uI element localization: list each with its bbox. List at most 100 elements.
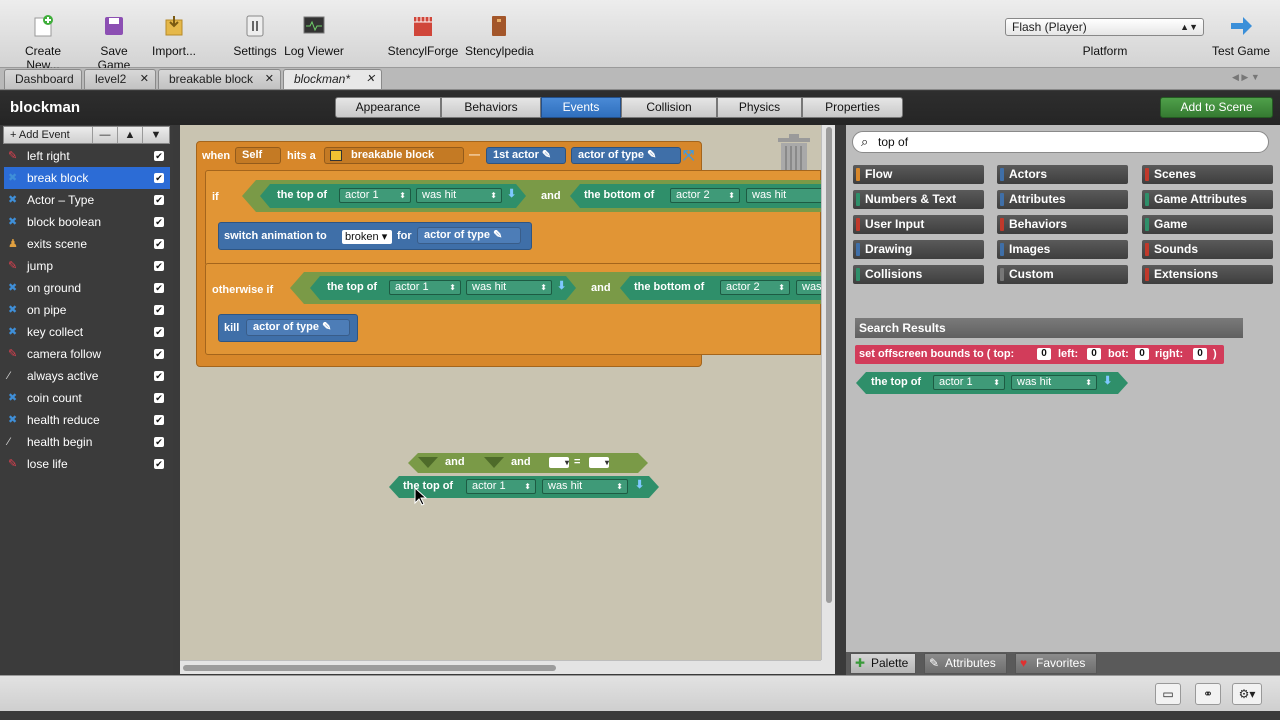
horizontal-scrollbar[interactable] <box>180 660 821 674</box>
bottom-of-actor-block[interactable]: the bottom of actor 2 was hit <box>570 184 821 208</box>
event-item[interactable]: ✖ coin count ✔ <box>4 387 170 409</box>
enabled-checkbox[interactable]: ✔ <box>154 437 164 447</box>
value-slot[interactable]: ▾ <box>549 457 569 468</box>
category-drawing[interactable]: Drawing <box>853 240 984 259</box>
add-event-button[interactable]: + Add Event <box>4 127 92 143</box>
enabled-checkbox[interactable]: ✔ <box>154 415 164 425</box>
actor2-dropdown[interactable]: actor 2 <box>720 280 790 295</box>
vertical-scrollbar[interactable] <box>821 125 835 660</box>
actor-of-type-block[interactable]: actor of type ✎ <box>571 147 681 164</box>
event-canvas[interactable]: when Self hits a breakable block — 1st a… <box>180 125 821 660</box>
tab-breakable-block[interactable]: breakable block ✕ <box>158 69 281 89</box>
tab-physics[interactable]: Physics <box>717 97 802 118</box>
bottom-of-actor-block[interactable]: the bottom of actor 2 was <box>620 276 821 300</box>
switch-animation-block[interactable]: switch animation to broken ▾ for actor o… <box>218 222 532 250</box>
enabled-checkbox[interactable]: ✔ <box>154 283 164 293</box>
enabled-checkbox[interactable]: ✔ <box>154 261 164 271</box>
tab-blockman[interactable]: blockman* ✕ <box>283 69 382 89</box>
save-game-button[interactable]: Save Game <box>84 14 144 72</box>
tab-nav-arrows-icon[interactable]: ◀ ▶ ▼ <box>1232 72 1260 83</box>
enabled-checkbox[interactable]: ✔ <box>154 151 164 161</box>
palette-search-input[interactable]: ⌕ top of <box>852 131 1269 153</box>
move-down-button[interactable]: ▼ <box>142 127 169 143</box>
tab-appearance[interactable]: Appearance <box>335 97 441 118</box>
enabled-checkbox[interactable]: ✔ <box>154 349 164 359</box>
stencylforge-button[interactable]: StencylForge <box>387 14 459 58</box>
category-scenes[interactable]: Scenes <box>1142 165 1273 184</box>
was-hit-dropdown[interactable]: was hit <box>1011 375 1097 390</box>
top-of-actor-result-block[interactable]: the top of actor 1 was hit ⬇ <box>856 372 1128 394</box>
was-hit-dropdown[interactable]: was hit <box>542 479 628 494</box>
actor1-dropdown[interactable]: actor 1 <box>933 375 1005 390</box>
actor-of-type-block[interactable]: actor of type ✎ <box>417 227 521 244</box>
enabled-checkbox[interactable]: ✔ <box>154 217 164 227</box>
actor1-dropdown[interactable]: actor 1 <box>339 188 411 203</box>
set-offscreen-bounds-block[interactable]: set offscreen bounds to ( top: 0 left: 0… <box>855 345 1224 364</box>
trash-icon[interactable] <box>775 132 813 174</box>
category-custom[interactable]: Custom <box>997 265 1128 284</box>
event-item[interactable]: ✎ lose life ✔ <box>4 453 170 475</box>
tab-level2[interactable]: level2 ✕ <box>84 69 156 89</box>
actor-of-type-block[interactable]: actor of type ✎ <box>246 319 350 336</box>
self-dropdown[interactable]: Self <box>235 147 281 164</box>
category-sounds[interactable]: Sounds <box>1142 240 1273 259</box>
import-button[interactable]: Import... <box>148 14 200 58</box>
category-behaviors[interactable]: Behaviors <box>997 215 1128 234</box>
value-slot[interactable]: ▾ <box>589 457 609 468</box>
enabled-checkbox[interactable]: ✔ <box>154 239 164 249</box>
event-item[interactable]: ✎ left right ✔ <box>4 145 170 167</box>
enabled-checkbox[interactable]: ✔ <box>154 173 164 183</box>
floating-top-of-block[interactable]: the top of actor 1 was hit ⬇ <box>389 476 659 498</box>
top-of-actor-block[interactable]: the top of actor 1 was hit ⬇ <box>310 276 576 300</box>
log-viewer-button[interactable]: Log Viewer <box>283 14 345 58</box>
floating-and-block[interactable]: and and ▾ = ▾ <box>408 453 648 473</box>
enabled-checkbox[interactable]: ✔ <box>154 195 164 205</box>
event-item[interactable]: ✖ on ground ✔ <box>4 277 170 299</box>
first-actor-block[interactable]: 1st actor ✎ <box>486 147 566 164</box>
actor1-dropdown[interactable]: actor 1 <box>389 280 461 295</box>
event-item[interactable]: ✎ camera follow ✔ <box>4 343 170 365</box>
kill-block[interactable]: kill actor of type ✎ <box>218 314 358 342</box>
enabled-checkbox[interactable]: ✔ <box>154 305 164 315</box>
event-item[interactable]: ✖ break block ✔ <box>4 167 170 189</box>
was-hit-dropdown[interactable]: was <box>796 280 821 295</box>
category-images[interactable]: Images <box>997 240 1128 259</box>
actor1-dropdown[interactable]: actor 1 <box>466 479 536 494</box>
platform-select[interactable]: Flash (Player) ▲▼ <box>1005 18 1204 36</box>
actor2-dropdown[interactable]: actor 2 <box>670 188 740 203</box>
tab-events[interactable]: Events <box>541 97 621 118</box>
tab-palette[interactable]: ✚ Palette <box>850 653 916 674</box>
tab-collision[interactable]: Collision <box>621 97 717 118</box>
enabled-checkbox[interactable]: ✔ <box>154 371 164 381</box>
tab-behaviors[interactable]: Behaviors <box>441 97 541 118</box>
event-item[interactable]: ♟ exits scene ✔ <box>4 233 170 255</box>
tab-favorites[interactable]: ♥ Favorites <box>1015 653 1097 674</box>
stencylpedia-button[interactable]: Stencylpedia <box>465 14 534 58</box>
event-item[interactable]: ✖ on pipe ✔ <box>4 299 170 321</box>
category-extensions[interactable]: Extensions <box>1142 265 1273 284</box>
event-item[interactable]: ⁄ health begin ✔ <box>4 431 170 453</box>
move-up-button[interactable]: ▲ <box>117 127 142 143</box>
top-of-actor-block[interactable]: the top of actor 1 was hit ⬇ <box>260 184 526 208</box>
event-item[interactable]: ✖ key collect ✔ <box>4 321 170 343</box>
create-new-button[interactable]: Create New... <box>8 14 78 72</box>
binoculars-icon[interactable]: ⚭ <box>1195 683 1221 705</box>
category-actors[interactable]: Actors <box>997 165 1128 184</box>
event-item[interactable]: ✖ health reduce ✔ <box>4 409 170 431</box>
event-item[interactable]: ✎ jump ✔ <box>4 255 170 277</box>
category-user-input[interactable]: User Input <box>853 215 984 234</box>
tab-dashboard[interactable]: Dashboard <box>4 69 82 89</box>
was-hit-dropdown[interactable]: was hit <box>746 188 821 203</box>
category-game[interactable]: Game <box>1142 215 1273 234</box>
add-to-scene-button[interactable]: Add to Scene <box>1160 97 1273 118</box>
close-icon[interactable]: ✕ <box>265 70 274 89</box>
category-collisions[interactable]: Collisions <box>853 265 984 284</box>
event-item[interactable]: ✖ Actor – Type ✔ <box>4 189 170 211</box>
tab-attributes[interactable]: ✎ Attributes <box>924 653 1007 674</box>
close-icon[interactable]: ✕ <box>140 70 149 89</box>
enabled-checkbox[interactable]: ✔ <box>154 393 164 403</box>
gear-icon[interactable]: ⚙▾ <box>1232 683 1262 705</box>
remove-event-button[interactable]: — <box>92 127 117 143</box>
animation-dropdown[interactable]: broken ▾ <box>342 230 392 244</box>
event-item[interactable]: ✖ block boolean ✔ <box>4 211 170 233</box>
